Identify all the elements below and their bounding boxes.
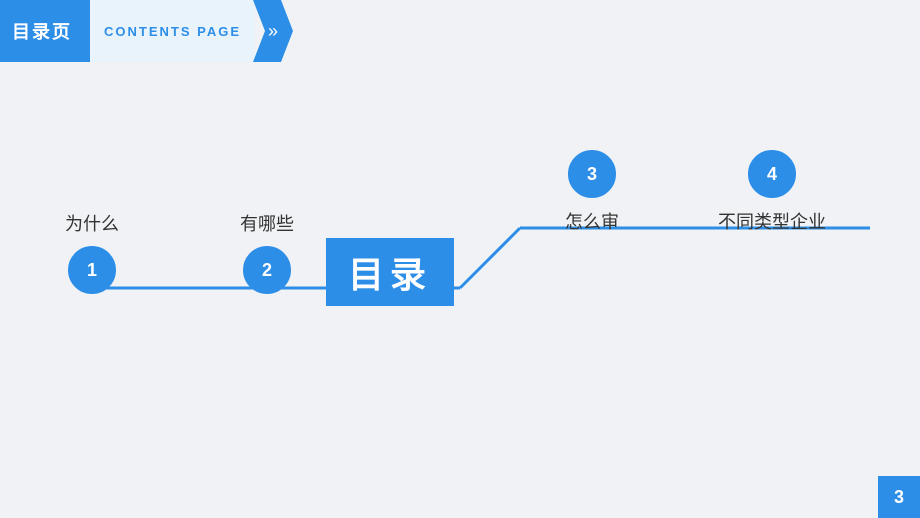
header-chevron: »: [253, 0, 293, 62]
item-1-number: 1: [87, 260, 97, 281]
header-chinese-title: 目录页: [12, 18, 72, 44]
item-1-label: 为什么: [65, 210, 119, 236]
item-4-number: 4: [767, 164, 777, 185]
item-4-circle: 4: [748, 150, 796, 198]
timeline-item-3: 3 怎么审: [565, 150, 619, 234]
timeline: 为什么 1 有哪些 2 目录 3 怎么审 4 不同类型企业: [0, 130, 920, 350]
header-blue-bar: 目录页: [0, 0, 90, 62]
item-3-label: 怎么审: [565, 208, 619, 234]
item-3-circle: 3: [568, 150, 616, 198]
timeline-item-4: 4 不同类型企业: [718, 150, 826, 234]
header-english-title: CONTENTS PAGE: [104, 24, 241, 39]
page-number: 3: [878, 476, 920, 518]
center-label-box: 目录: [326, 238, 454, 306]
timeline-item-2: 有哪些 2: [240, 210, 294, 294]
timeline-item-1: 为什么 1: [65, 210, 119, 294]
chevron-icon: »: [268, 21, 278, 42]
item-2-label: 有哪些: [240, 210, 294, 236]
item-2-number: 2: [262, 260, 272, 281]
item-3-number: 3: [587, 164, 597, 185]
header-light-bar: CONTENTS PAGE: [90, 0, 255, 62]
header: 目录页 CONTENTS PAGE »: [0, 0, 920, 62]
item-4-label: 不同类型企业: [718, 208, 826, 234]
item-1-circle: 1: [68, 246, 116, 294]
item-2-circle: 2: [243, 246, 291, 294]
